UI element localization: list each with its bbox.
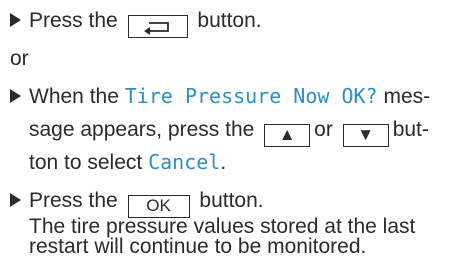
step-text: but- — [392, 118, 429, 141]
step-press-back: Press the button. — [10, 4, 262, 38]
step-text: Press the — [29, 189, 118, 212]
step-text: When the — [29, 85, 119, 108]
step-message-line3: ton to select Cancel. — [10, 146, 226, 179]
step-text: ton to select — [29, 151, 143, 174]
step-text: . — [220, 151, 227, 174]
step-text: button. — [199, 189, 264, 212]
bullet-arrow-icon — [10, 13, 21, 27]
back-button-key — [127, 15, 188, 38]
or-label: or — [10, 47, 29, 70]
back-arrow-icon — [143, 21, 169, 35]
step-text: Press the — [29, 9, 118, 32]
step-text: or — [314, 118, 333, 141]
up-button-key: ▲ — [264, 124, 311, 147]
step-text: sage appears, press the — [29, 118, 255, 141]
step-message-line2: sage appears, press the ▲ or ▼ but- — [10, 113, 429, 147]
instruction-page: Press the button. or When the Tire Press… — [0, 0, 464, 258]
step-message-line1: When the Tire Pressure Now OK? mes- — [10, 80, 430, 113]
bullet-arrow-icon — [10, 89, 21, 103]
step-text: button. — [197, 9, 262, 32]
down-button-key: ▼ — [342, 124, 389, 147]
display-message: Tire Pressure Now OK? — [124, 84, 378, 108]
menu-option-cancel: Cancel — [148, 150, 221, 174]
bullet-arrow-icon — [10, 193, 21, 207]
step-text: mes- — [383, 85, 431, 108]
